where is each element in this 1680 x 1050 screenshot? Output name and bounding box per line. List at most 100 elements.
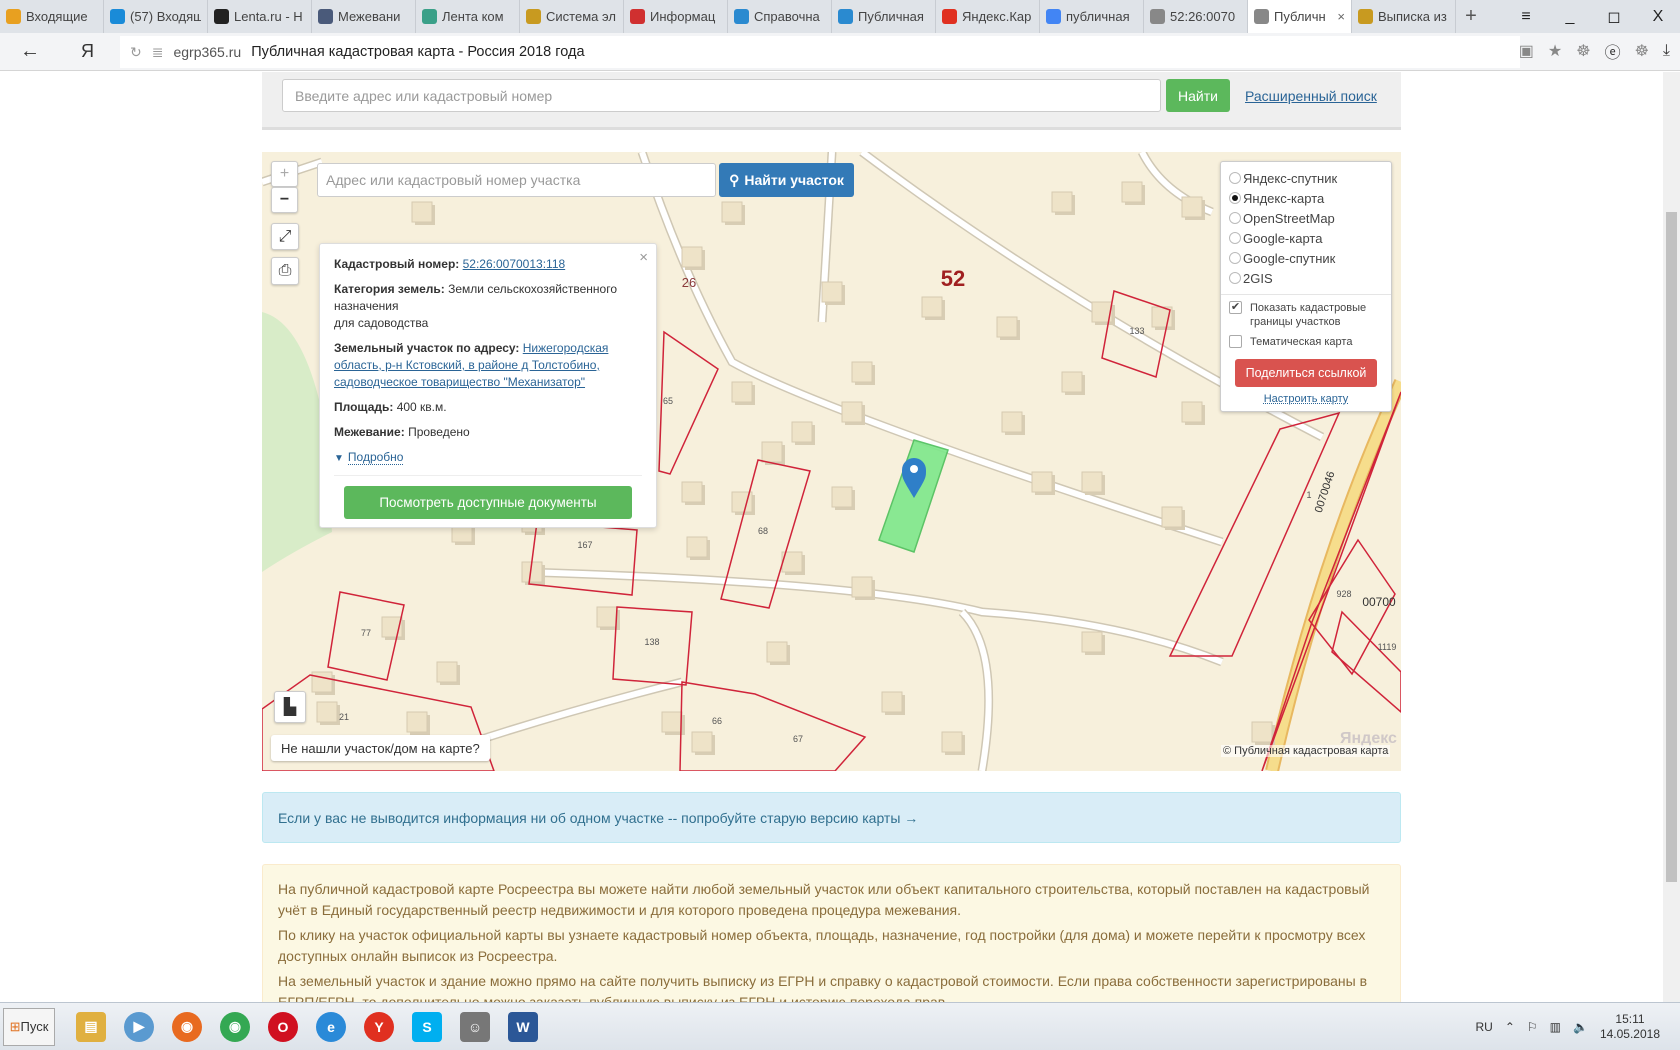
zoom-out-button[interactable]: − bbox=[271, 187, 298, 213]
fullscreen-icon[interactable]: ⤢ bbox=[271, 223, 299, 250]
scrollbar-thumb[interactable] bbox=[1666, 212, 1677, 882]
advanced-search-link[interactable]: Расширенный поиск bbox=[1245, 88, 1377, 104]
checkbox-checked-icon[interactable]: ✔ bbox=[1229, 301, 1242, 314]
menu-icon[interactable]: ≡ bbox=[1504, 0, 1548, 33]
browser-tab[interactable]: Публичная bbox=[832, 0, 936, 33]
taskbar-app[interactable]: ▶ bbox=[117, 1007, 161, 1047]
view-documents-button[interactable]: Посмотреть доступные документы bbox=[344, 486, 632, 519]
page-scrollbar[interactable] bbox=[1663, 72, 1680, 1002]
protect-icon[interactable]: ▣ bbox=[1519, 41, 1534, 61]
tab-label: Яндекс.Кар bbox=[962, 9, 1032, 24]
print-icon[interactable]: ⎙ bbox=[271, 257, 299, 285]
browser-tab[interactable]: Информац bbox=[624, 0, 728, 33]
browser-tab[interactable]: Система эл bbox=[520, 0, 624, 33]
media-player-icon: ▶ bbox=[124, 1011, 154, 1042]
close-icon[interactable]: × bbox=[639, 249, 648, 266]
browser-tab[interactable]: Lenta.ru - Н bbox=[208, 0, 312, 33]
extension-e-icon[interactable]: ⓔ bbox=[1605, 39, 1621, 63]
parcel-label: 52 bbox=[941, 266, 965, 291]
taskbar-app[interactable]: Y bbox=[357, 1007, 401, 1047]
taskbar-app[interactable]: S bbox=[405, 1007, 449, 1047]
restore-icon[interactable]: ◻ bbox=[1592, 0, 1636, 33]
document-icon bbox=[1254, 9, 1269, 24]
reader-icon[interactable]: ≣ bbox=[152, 44, 164, 61]
browser-tab[interactable]: публичная bbox=[1040, 0, 1144, 33]
url-field[interactable]: ↻ ≣ egrp365.ru Публичная кадастровая кар… bbox=[120, 36, 1520, 68]
start-button[interactable]: ⊞ Пуск bbox=[3, 1007, 55, 1046]
close-window-icon[interactable]: X bbox=[1636, 0, 1680, 33]
clock[interactable]: 15:11 14.05.2018 bbox=[1600, 1012, 1660, 1042]
close-tab-icon[interactable]: × bbox=[1337, 9, 1345, 24]
divider bbox=[334, 475, 642, 476]
old-version-link[interactable]: Если у вас не выводится информация ни об… bbox=[278, 810, 918, 826]
bookmark-star-icon[interactable]: ★ bbox=[1548, 41, 1562, 61]
taskbar-app[interactable]: O bbox=[261, 1007, 305, 1047]
building bbox=[681, 481, 703, 503]
layer-option[interactable]: 2GIS bbox=[1229, 268, 1383, 288]
radio-icon[interactable] bbox=[1229, 232, 1241, 244]
browser-tab[interactable]: Справочна bbox=[728, 0, 832, 33]
parcel-label: 68 bbox=[758, 526, 768, 536]
map-attribution[interactable]: © Публичная кадастровая карта bbox=[1221, 745, 1391, 757]
configure-map-link[interactable]: Настроить карту bbox=[1229, 393, 1383, 405]
extension-icon[interactable]: ☸ bbox=[1635, 41, 1649, 61]
tray-expand-icon[interactable]: ⌃ bbox=[1505, 1020, 1515, 1034]
taskbar-app[interactable]: e bbox=[309, 1007, 353, 1047]
cadastral-number-link[interactable]: 52:26:0070013:118 bbox=[463, 257, 566, 271]
language-indicator[interactable]: RU bbox=[1475, 1020, 1492, 1034]
browser-tab-bar: Входящие (57) Входящ Lenta.ru - Н Межевани Л… bbox=[0, 0, 1680, 33]
browser-tab[interactable]: Межевани bbox=[312, 0, 416, 33]
taskbar-app[interactable]: ▤ bbox=[69, 1007, 113, 1047]
browser-tab[interactable]: Яндекс.Кар bbox=[936, 0, 1040, 33]
more-details-link[interactable]: Подробно bbox=[347, 450, 404, 465]
layer-option[interactable]: OpenStreetMap bbox=[1229, 208, 1383, 228]
building bbox=[1121, 181, 1143, 203]
radio-icon[interactable] bbox=[1229, 212, 1241, 224]
description-paragraph: На публичной кадастровой карте Росреестр… bbox=[278, 881, 1370, 918]
show-borders-checkbox[interactable]: ✔ Показать кадастровые границы участков bbox=[1229, 301, 1383, 329]
taskbar-app[interactable]: ◉ bbox=[165, 1007, 209, 1047]
share-link-button[interactable]: Поделиться ссылкой bbox=[1235, 359, 1377, 387]
taskbar-app[interactable]: ◉ bbox=[213, 1007, 257, 1047]
layer-option[interactable]: Яндекс-карта bbox=[1229, 188, 1383, 208]
radio-icon[interactable] bbox=[1229, 192, 1241, 204]
browser-tab[interactable]: Лента ком bbox=[416, 0, 520, 33]
volume-icon[interactable]: 🔈 bbox=[1573, 1020, 1588, 1034]
browser-tab[interactable]: 52:26:0070 bbox=[1144, 0, 1248, 33]
reload-icon[interactable]: ↻ bbox=[130, 44, 142, 61]
old-version-notice[interactable]: Если у вас не выводится информация ни об… bbox=[262, 792, 1401, 843]
taskbar-app[interactable]: ☺ bbox=[453, 1007, 497, 1047]
building bbox=[851, 576, 873, 598]
zoom-in-button[interactable]: + bbox=[271, 161, 298, 187]
not-found-button[interactable]: Не нашли участок/дом на карте? bbox=[271, 735, 490, 761]
browser-tab[interactable]: Публичн × bbox=[1248, 0, 1352, 33]
new-tab-button[interactable]: + bbox=[1456, 0, 1486, 33]
radio-icon[interactable] bbox=[1229, 252, 1241, 264]
network-icon[interactable]: ▥ bbox=[1550, 1020, 1561, 1034]
browser-tab[interactable]: Входящие bbox=[0, 0, 104, 33]
layer-option[interactable]: Google-спутник bbox=[1229, 248, 1383, 268]
flag-icon[interactable]: ⚐ bbox=[1527, 1020, 1538, 1034]
browser-tab[interactable]: Выписка из bbox=[1352, 0, 1456, 33]
download-icon[interactable]: ⤓ bbox=[1663, 42, 1670, 60]
address-search-input[interactable]: Введите адрес или кадастровый номер bbox=[282, 79, 1161, 112]
ruler-icon[interactable]: ▙ bbox=[274, 691, 306, 723]
find-button[interactable]: Найти bbox=[1166, 79, 1230, 112]
extension-icon[interactable]: ☸ bbox=[1576, 41, 1590, 61]
minimize-icon[interactable]: _ bbox=[1548, 0, 1592, 33]
find-parcel-button[interactable]: ⚲ Найти участок bbox=[719, 163, 854, 197]
checkbox-icon[interactable] bbox=[1229, 335, 1242, 348]
google-icon bbox=[1046, 9, 1061, 24]
tab-label: публичная bbox=[1066, 9, 1130, 24]
radio-icon[interactable] bbox=[1229, 172, 1241, 184]
back-button[interactable]: ← bbox=[0, 40, 60, 63]
yandex-logo-button[interactable]: Я bbox=[60, 41, 115, 62]
browser-tab[interactable]: (57) Входящ bbox=[104, 0, 208, 33]
thematic-map-checkbox[interactable]: Тематическая карта bbox=[1229, 335, 1383, 349]
parcel-search-input[interactable]: Адрес или кадастровый номер участка bbox=[317, 163, 716, 197]
taskbar-app[interactable]: W bbox=[501, 1007, 545, 1047]
layer-option[interactable]: Google-карта bbox=[1229, 228, 1383, 248]
cadastral-map[interactable]: 26 52 133 65 68 167 77 138 21 66 67 928 00700 1119 007… bbox=[262, 152, 1401, 771]
radio-icon[interactable] bbox=[1229, 272, 1241, 284]
layer-option[interactable]: Яндекс-спутник bbox=[1229, 168, 1383, 188]
